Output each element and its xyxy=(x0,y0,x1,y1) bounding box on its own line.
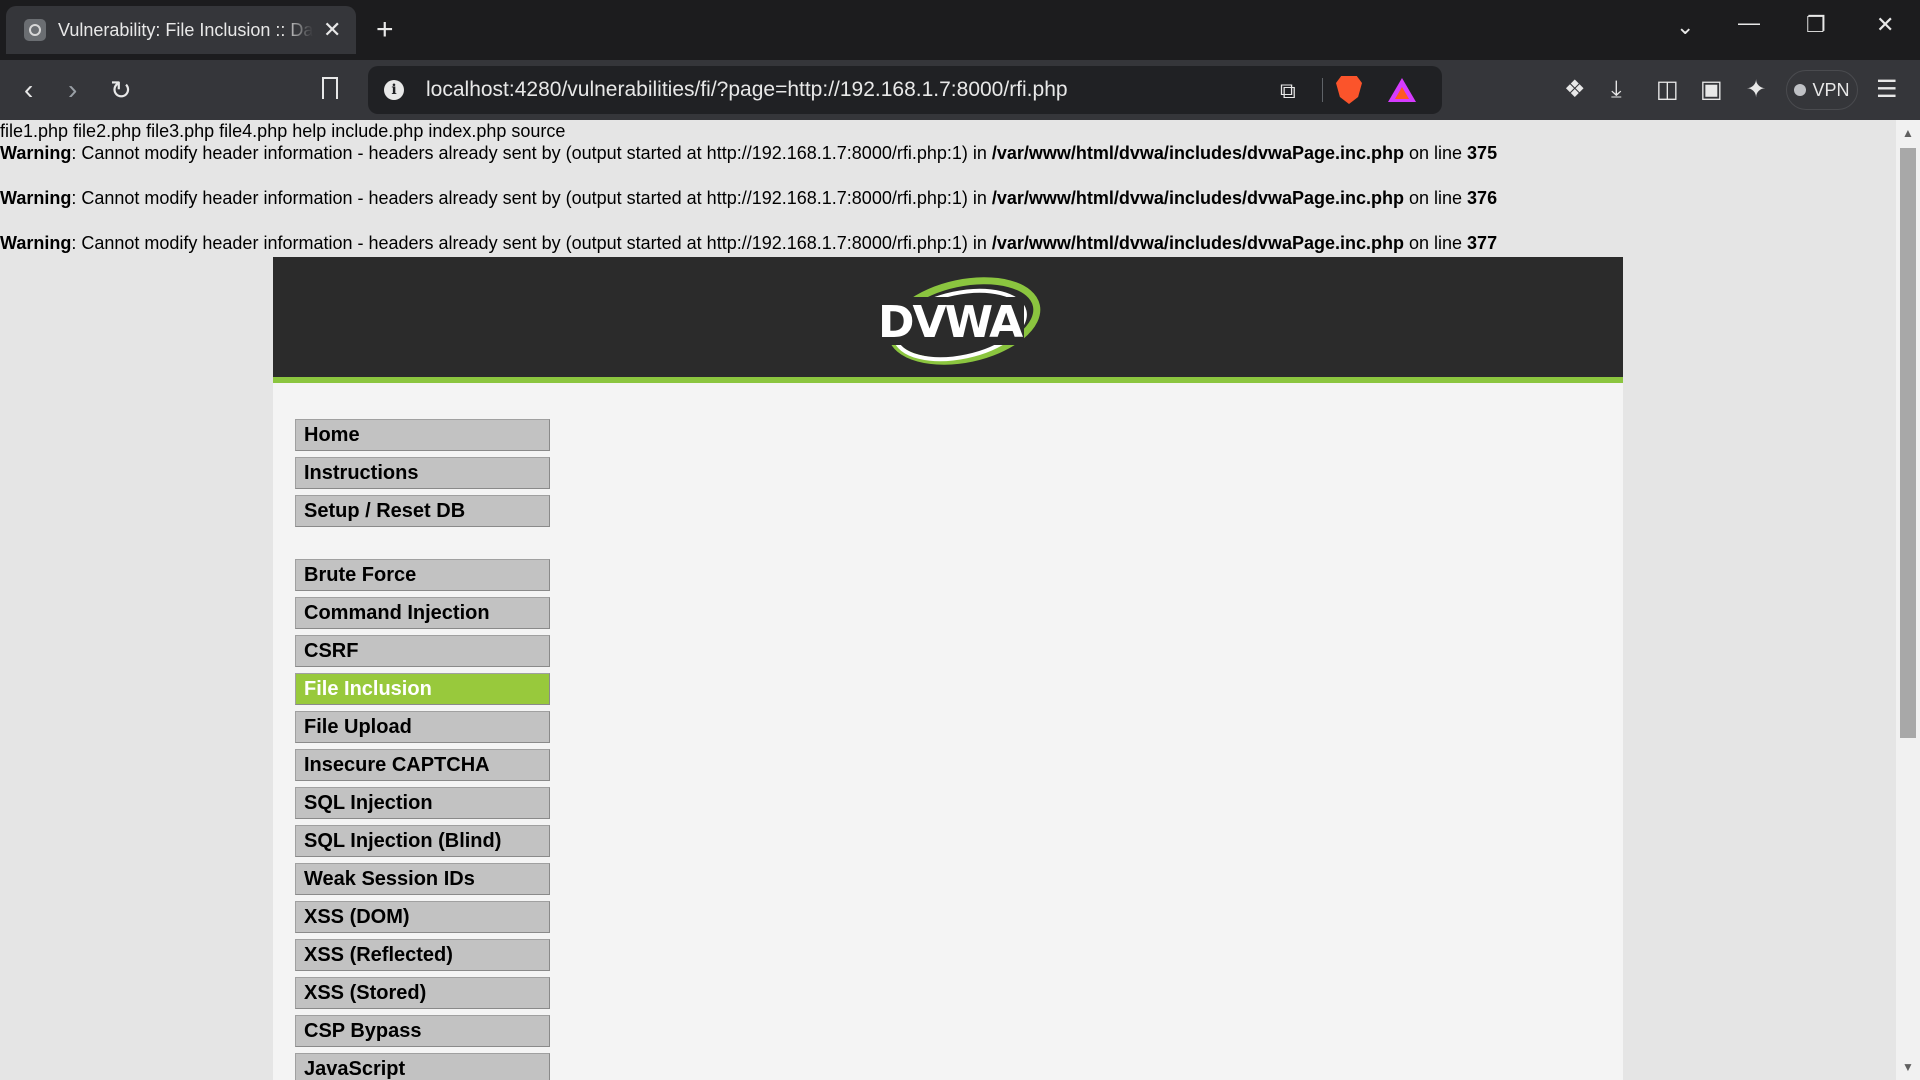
vpn-label: VPN xyxy=(1812,79,1850,100)
menu-item-xss-dom[interactable]: XSS (DOM) xyxy=(295,901,550,933)
php-warning: Warning: Cannot modify header informatio… xyxy=(0,232,1497,254)
dvwa-header: DVWA xyxy=(273,257,1623,383)
php-warning: Warning: Cannot modify header informatio… xyxy=(0,187,1497,209)
menu-item-insecure-captcha[interactable]: Insecure CAPTCHA xyxy=(295,749,550,781)
menu-item-sql-injection-blind[interactable]: SQL Injection (Blind) xyxy=(295,825,550,857)
menu-item-command-injection[interactable]: Command Injection xyxy=(295,597,550,629)
tab-favicon-icon xyxy=(24,19,46,41)
minimize-icon[interactable]: — xyxy=(1738,10,1760,36)
warning-line: 375 xyxy=(1467,143,1498,163)
menu-item-brute-force[interactable]: Brute Force xyxy=(295,559,550,591)
vpn-button[interactable]: VPN xyxy=(1786,70,1858,110)
page-viewport: file1.php file2.php file3.php file4.php … xyxy=(0,120,1896,1080)
site-info-icon[interactable]: i xyxy=(384,80,404,100)
main-menu: Home Instructions Setup / Reset DB Brute… xyxy=(295,419,550,1080)
warning-on-line: on line xyxy=(1404,188,1468,208)
forward-icon[interactable]: › xyxy=(68,74,77,106)
menu-item-javascript[interactable]: JavaScript xyxy=(295,1053,550,1080)
back-icon[interactable]: ‹ xyxy=(24,74,33,106)
menu-item-file-upload[interactable]: File Upload xyxy=(295,711,550,743)
brave-rewards-icon[interactable] xyxy=(1388,78,1416,102)
warning-path: /var/www/html/dvwa/includes/dvwaPage.inc… xyxy=(991,188,1404,208)
new-tab-button[interactable]: + xyxy=(376,12,394,48)
menu-item-csrf[interactable]: CSRF xyxy=(295,635,550,667)
warning-text: : Cannot modify header information - hea… xyxy=(71,188,992,208)
tab-search-chevron-icon[interactable]: ⌄ xyxy=(1676,14,1694,40)
warning-text: : Cannot modify header information - hea… xyxy=(71,233,992,253)
brave-shields-icon[interactable] xyxy=(1336,76,1362,104)
sidebar-icon[interactable]: ◫ xyxy=(1656,76,1679,104)
menu-item-weak-session-ids[interactable]: Weak Session IDs xyxy=(295,863,550,895)
leo-ai-icon[interactable]: ✦ xyxy=(1746,76,1766,104)
menu-item-home[interactable]: Home xyxy=(295,419,550,451)
scroll-down-icon[interactable]: ▼ xyxy=(1902,1060,1914,1074)
url-path: :4280/vulnerabilities/fi/?page=http://19… xyxy=(508,78,1068,101)
address-bar[interactable]: i localhost:4280/vulnerabilities/fi/?pag… xyxy=(368,66,1442,114)
warning-text: : Cannot modify header information - hea… xyxy=(71,143,992,163)
reload-icon[interactable]: ↻ xyxy=(110,74,132,106)
wallet-icon[interactable]: ▣ xyxy=(1700,76,1723,104)
extensions-icon[interactable]: ❖ xyxy=(1564,76,1586,104)
warning-path: /var/www/html/dvwa/includes/dvwaPage.inc… xyxy=(991,143,1404,163)
bookmark-icon[interactable] xyxy=(322,77,338,99)
warning-on-line: on line xyxy=(1404,233,1468,253)
close-window-icon[interactable]: ✕ xyxy=(1876,12,1894,38)
php-warning: Warning: Cannot modify header informatio… xyxy=(0,142,1497,164)
warning-label: Warning xyxy=(0,233,72,253)
scroll-up-icon[interactable]: ▲ xyxy=(1902,126,1914,140)
vpn-status-icon xyxy=(1794,84,1807,96)
warning-label: Warning xyxy=(0,143,72,163)
warning-label: Warning xyxy=(0,188,72,208)
tab-close-icon[interactable]: ✕ xyxy=(323,17,341,43)
menu-item-file-inclusion[interactable]: File Inclusion xyxy=(295,673,550,705)
browser-tab[interactable]: Vulnerability: File Inclusion :: Damn Vu… xyxy=(6,6,356,54)
url-text[interactable]: localhost:4280/vulnerabilities/fi/?page=… xyxy=(426,78,1068,102)
tab-title: Vulnerability: File Inclusion :: Damn Vu… xyxy=(58,19,313,40)
url-host: localhost xyxy=(426,78,509,101)
menu-item-setup[interactable]: Setup / Reset DB xyxy=(295,495,550,527)
file-listing: file1.php file2.php file3.php file4.php … xyxy=(0,121,566,141)
warning-on-line: on line xyxy=(1404,143,1468,163)
menu-item-sql-injection[interactable]: SQL Injection xyxy=(295,787,550,819)
tab-bar: Vulnerability: File Inclusion :: Damn Vu… xyxy=(0,0,1920,60)
downloads-icon[interactable]: ⤓ xyxy=(1611,76,1622,104)
menu-gap xyxy=(295,533,550,559)
menu-item-xss-reflected[interactable]: XSS (Reflected) xyxy=(295,939,550,971)
dvwa-container: DVWA Home Instructions Setup / Reset DB … xyxy=(273,257,1623,1080)
menu-icon[interactable]: ☰ xyxy=(1876,76,1898,104)
share-icon[interactable]: ⧉ xyxy=(1280,78,1296,104)
scrollbar-thumb[interactable] xyxy=(1900,148,1916,738)
warning-line: 376 xyxy=(1467,188,1498,208)
menu-item-xss-stored[interactable]: XSS (Stored) xyxy=(295,977,550,1009)
menu-item-csp-bypass[interactable]: CSP Bypass xyxy=(295,1015,550,1047)
page-scrollbar[interactable]: ▲ ▼ xyxy=(1896,120,1920,1080)
warning-path: /var/www/html/dvwa/includes/dvwaPage.inc… xyxy=(991,233,1404,253)
warning-line: 377 xyxy=(1467,233,1498,253)
restore-icon[interactable]: ❐ xyxy=(1806,12,1826,38)
dvwa-logo: DVWA xyxy=(874,277,1041,365)
menu-item-instructions[interactable]: Instructions xyxy=(295,457,550,489)
logo-text: DVWA xyxy=(878,297,1023,348)
divider xyxy=(1322,78,1323,102)
